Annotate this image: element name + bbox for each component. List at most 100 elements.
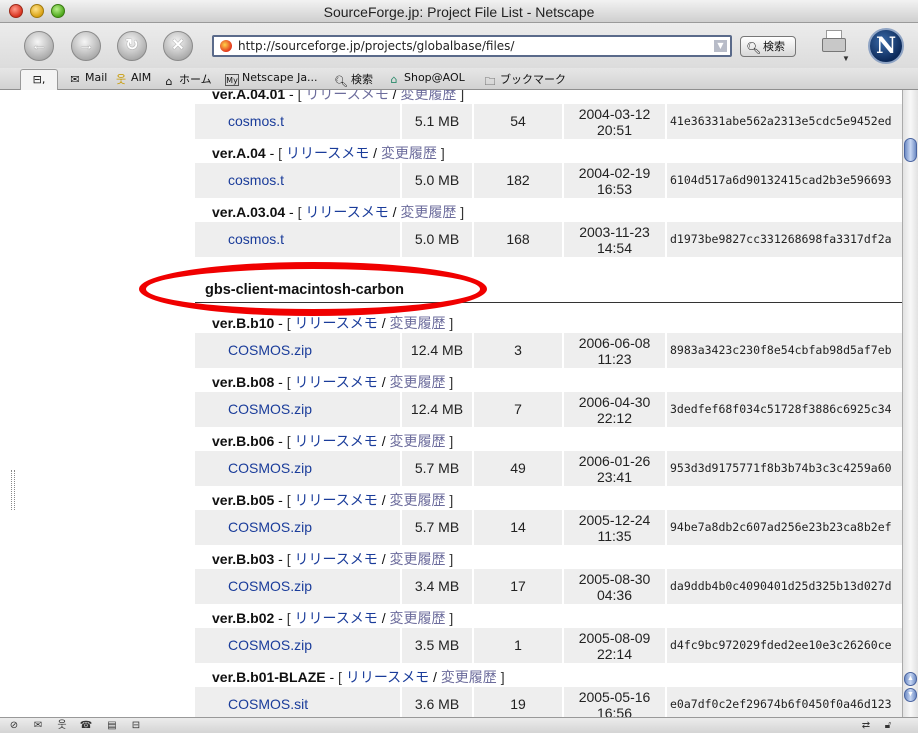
md5-hash: 6104d517a6d90132415cad2b3e596693 [667, 163, 902, 198]
file-link[interactable]: COSMOS.zip [228, 569, 312, 604]
release-memo-link[interactable]: リリースメモ [295, 610, 378, 626]
md5-hash: 953d3d9175771f8b3b74b3c3c4259a60 [667, 451, 902, 486]
file-link[interactable]: cosmos.t [228, 104, 284, 139]
home-icon: ⌂ [165, 75, 173, 88]
search-button[interactable]: 🔍︎ 検索 [740, 36, 796, 57]
release-memo-link[interactable]: リリースメモ [295, 315, 378, 331]
version-header: ver.B.b02 - [ リリースメモ / 変更履歴 ] [212, 610, 454, 626]
file-size: 3.4 MB [402, 569, 472, 604]
composer-icon[interactable]: ▤ [104, 719, 120, 732]
download-count: 54 [474, 104, 562, 139]
aim-icon: 웃 [115, 73, 127, 86]
download-count: 17 [474, 569, 562, 604]
page-content[interactable]: ver.A.04.01 - [ リリースメモ / 変更履歴 ] cosmos.t… [9, 90, 902, 717]
status-bar: ⊘ ✉ 웃 ☎ ▤ ⊟ ⇄ 🔓︎ [0, 717, 918, 733]
file-link[interactable]: COSMOS.zip [228, 333, 312, 368]
version-header: ver.A.04 - [ リリースメモ / 変更履歴 ] [212, 145, 445, 161]
security-lock-icon[interactable]: 🔓︎ [880, 719, 896, 732]
release-memo-link[interactable]: リリースメモ [346, 669, 429, 685]
change-log-link[interactable]: 変更履歴 [389, 374, 445, 390]
release-memo-link[interactable]: リリースメモ [295, 551, 378, 567]
file-link[interactable]: COSMOS.zip [228, 451, 312, 486]
change-log-link[interactable]: 変更履歴 [381, 145, 437, 161]
network-icon[interactable]: ⊘ [6, 719, 22, 732]
personal-item-bookmarks[interactable]: 🗀 ブックマーク [483, 71, 567, 88]
file-row: COSMOS.zip 3.4 MB 17 2005-08-30 04:36 da9… [195, 569, 902, 604]
file-link[interactable]: COSMOS.zip [228, 392, 312, 427]
release-memo-link[interactable]: リリースメモ [295, 433, 378, 449]
online-status-icon[interactable]: ⇄ [858, 719, 874, 732]
change-log-link[interactable]: 変更履歴 [400, 90, 456, 102]
file-link[interactable]: cosmos.t [228, 163, 284, 198]
md5-hash: e0a7df0c2ef29674b6f0450f0a46d123 [667, 687, 902, 717]
file-size: 12.4 MB [402, 392, 472, 427]
url-history-dropdown-icon[interactable]: ▼ [714, 40, 727, 52]
file-size: 5.7 MB [402, 451, 472, 486]
file-size: 5.1 MB [402, 104, 472, 139]
personal-item-search[interactable]: 🔍︎ 検索 [334, 71, 373, 88]
md5-hash: da9ddb4b0c4090401d25d325b13d027d [667, 569, 902, 604]
version-header: ver.B.b06 - [ リリースメモ / 変更履歴 ] [212, 433, 454, 449]
change-log-link[interactable]: 変更履歴 [389, 492, 445, 508]
magnifier-icon: 🔍︎ [746, 41, 762, 55]
aim-icon[interactable]: 웃 [54, 719, 70, 732]
release-memo-link[interactable]: リリースメモ [286, 145, 369, 161]
change-log-link[interactable]: 変更履歴 [389, 315, 445, 331]
file-row: COSMOS.zip 5.7 MB 49 2006-01-26 23:41 953… [195, 451, 902, 486]
change-log-link[interactable]: 変更履歴 [400, 204, 456, 220]
change-log-link[interactable]: 変更履歴 [389, 610, 445, 626]
file-link[interactable]: cosmos.t [228, 222, 284, 257]
change-log-link[interactable]: 変更履歴 [441, 669, 497, 685]
print-button[interactable]: ▼ [818, 28, 852, 63]
file-row: COSMOS.sit 3.6 MB 19 2005-05-16 16:56 e0a… [195, 687, 902, 717]
file-date: 2004-03-12 20:51 [564, 104, 665, 139]
file-link[interactable]: COSMOS.sit [228, 687, 308, 717]
scroll-up-arrow-icon[interactable]: ▲ [904, 672, 917, 686]
my-netscape-icon: My [225, 74, 239, 86]
file-size: 5.7 MB [402, 510, 472, 545]
release-memo-link[interactable]: リリースメモ [305, 90, 388, 102]
personal-item-shop[interactable]: ⌂ Shop@AOL [387, 71, 465, 86]
address-book-icon[interactable]: ☎ [78, 719, 94, 732]
version-header: ver.B.b08 - [ リリースメモ / 変更履歴 ] [212, 374, 454, 390]
stop-icon: ✕ [171, 37, 185, 54]
download-count: 182 [474, 163, 562, 198]
file-row: cosmos.t 5.1 MB 54 2004-03-12 20:51 41e36… [195, 104, 902, 139]
vertical-scrollbar[interactable]: ▲ ▼ [902, 90, 918, 717]
site-favicon-icon [220, 40, 232, 52]
change-log-link[interactable]: 変更履歴 [389, 551, 445, 567]
tools-icon[interactable]: ⊟ [128, 719, 144, 732]
mail-icon[interactable]: ✉ [30, 719, 46, 732]
personal-item-netscape[interactable]: My Netscape Ja... [225, 71, 318, 86]
md5-hash: 3dedfef68f034c51728f3886c6925c34 [667, 392, 902, 427]
file-link[interactable]: COSMOS.zip [228, 510, 312, 545]
download-count: 19 [474, 687, 562, 717]
file-size: 3.6 MB [402, 687, 472, 717]
stop-button[interactable]: ✕ [163, 31, 193, 61]
md5-hash: d1973be9827cc331268698fa3317df2a [667, 222, 902, 257]
file-link[interactable]: COSMOS.zip [228, 628, 312, 663]
tab-stub[interactable]: ⊟, [20, 69, 58, 90]
sidebar-grip[interactable] [11, 470, 15, 510]
file-row: COSMOS.zip 12.4 MB 3 2006-06-08 11:23 898… [195, 333, 902, 368]
shop-icon: ⌂ [390, 73, 398, 86]
personal-item-mail[interactable]: ✉ Mail [68, 71, 107, 86]
forward-button[interactable]: → [71, 31, 101, 61]
personal-item-home[interactable]: ⌂ ホーム [162, 71, 212, 88]
url-field[interactable]: http://sourceforge.jp/projects/globalbas… [212, 35, 732, 57]
release-memo-link[interactable]: リリースメモ [295, 492, 378, 508]
scroll-thumb[interactable] [904, 138, 917, 162]
back-button[interactable]: ← [24, 31, 54, 61]
release-memo-link[interactable]: リリースメモ [295, 374, 378, 390]
release-memo-link[interactable]: リリースメモ [305, 204, 388, 220]
personal-item-aim[interactable]: 웃 AIM [114, 71, 151, 86]
change-log-link[interactable]: 変更履歴 [389, 433, 445, 449]
scroll-down-arrow-icon[interactable]: ▼ [904, 688, 917, 702]
file-size: 12.4 MB [402, 333, 472, 368]
reload-button[interactable]: ↻ [117, 31, 147, 61]
md5-hash: d4fc9bc972029fded2ee10e3c26260ce [667, 628, 902, 663]
md5-hash: 8983a3423c230f8e54cbfab98d5af7eb [667, 333, 902, 368]
file-row: COSMOS.zip 12.4 MB 7 2006-04-30 22:12 3de… [195, 392, 902, 427]
file-date: 2006-01-26 23:41 [564, 451, 665, 486]
netscape-logo[interactable]: N [868, 28, 904, 64]
